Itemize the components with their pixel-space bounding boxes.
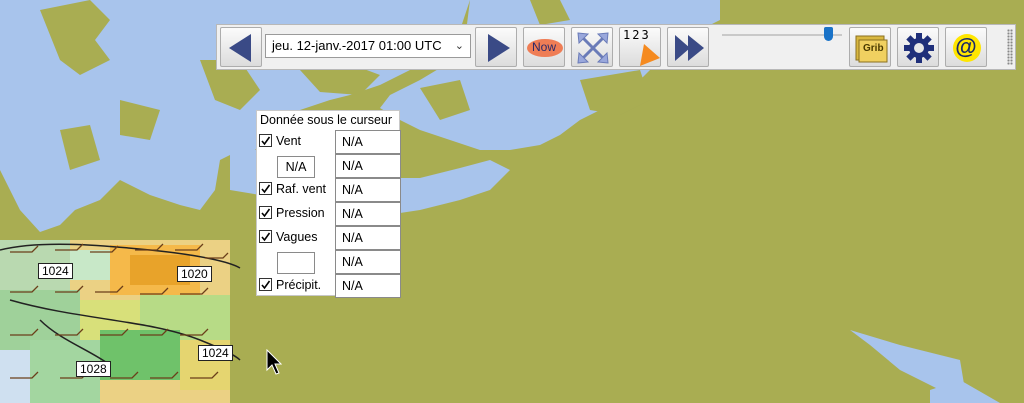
cursor-data-panel: Donnée sous le curseur Vent N/A N/A N/A … [256, 110, 401, 298]
pressure-checkbox[interactable] [259, 206, 272, 219]
waves-checkbox[interactable] [259, 230, 272, 243]
date-select-value: jeu. 12-janv.-2017 01:00 UTC [272, 38, 442, 53]
precipitation-checkbox[interactable] [259, 278, 272, 291]
now-label: Now [531, 40, 556, 54]
check-icon [261, 232, 271, 242]
data-row-gust: Raf. vent N/A [257, 178, 401, 202]
wind-sub-value: N/A [277, 156, 315, 178]
row-label: Vent [276, 134, 302, 148]
isobar-label: 1024 [38, 263, 73, 279]
data-row-wind-direction: N/A N/A [257, 154, 401, 178]
toolbar: jeu. 12-janv.-2017 01:00 UTC ⌄ Now 123 G… [216, 24, 1016, 70]
isobar-label: 1028 [76, 361, 111, 377]
check-icon [261, 136, 271, 146]
triangle-right-icon [488, 34, 510, 62]
counter-button[interactable]: 123 [619, 27, 661, 67]
row-value: N/A [335, 154, 401, 178]
gust-checkbox[interactable] [259, 182, 272, 195]
fast-forward-icon [675, 35, 704, 61]
data-row-waves: Vagues N/A [257, 226, 401, 250]
check-icon [261, 208, 271, 218]
row-value: N/A [335, 202, 401, 226]
gear-icon [904, 33, 934, 63]
data-row-waves-sub: N/A [257, 250, 401, 274]
toolbar-grip[interactable] [1007, 29, 1013, 65]
panel-title: Donnée sous le curseur [260, 113, 393, 127]
chevron-down-icon: ⌄ [454, 40, 464, 52]
triangle-left-icon [229, 34, 251, 62]
mouse-cursor-icon [266, 349, 282, 375]
wind-checkbox[interactable] [259, 134, 272, 147]
row-value: N/A [335, 250, 401, 274]
data-row-wind: Vent N/A [257, 130, 401, 154]
row-value: N/A [335, 274, 401, 298]
now-button[interactable]: Now [523, 27, 565, 67]
isobar-label: 1024 [198, 345, 233, 361]
expand-arrows-icon [577, 32, 609, 64]
check-icon [261, 280, 271, 290]
row-label: Pression [276, 206, 325, 220]
fast-forward-button[interactable] [667, 27, 709, 67]
open-grib-button[interactable]: Grib [849, 27, 891, 67]
row-value: N/A [335, 130, 401, 154]
settings-button[interactable] [897, 27, 939, 67]
next-step-button[interactable] [475, 27, 517, 67]
row-label: Raf. vent [276, 182, 327, 196]
data-row-precipitation: Précipit. N/A [257, 274, 401, 298]
row-value: N/A [335, 178, 401, 202]
waves-sub-value [277, 252, 315, 274]
row-label: Précipit. [276, 278, 322, 292]
zoom-fit-button[interactable] [571, 27, 613, 67]
check-icon [261, 184, 271, 194]
data-row-pressure: Pression N/A [257, 202, 401, 226]
counter-label: 123 [623, 28, 651, 42]
row-label: Vagues [276, 230, 318, 244]
date-select[interactable]: jeu. 12-janv.-2017 01:00 UTC ⌄ [265, 34, 471, 58]
previous-step-button[interactable] [220, 27, 262, 67]
grib-label: Grib [863, 43, 884, 54]
isobar-label: 1020 [177, 266, 212, 282]
email-button[interactable]: @ [945, 27, 987, 67]
row-value: N/A [335, 226, 401, 250]
weather-overlay [0, 240, 241, 403]
time-slider-thumb[interactable] [824, 27, 833, 41]
email-label: @ [955, 34, 977, 59]
